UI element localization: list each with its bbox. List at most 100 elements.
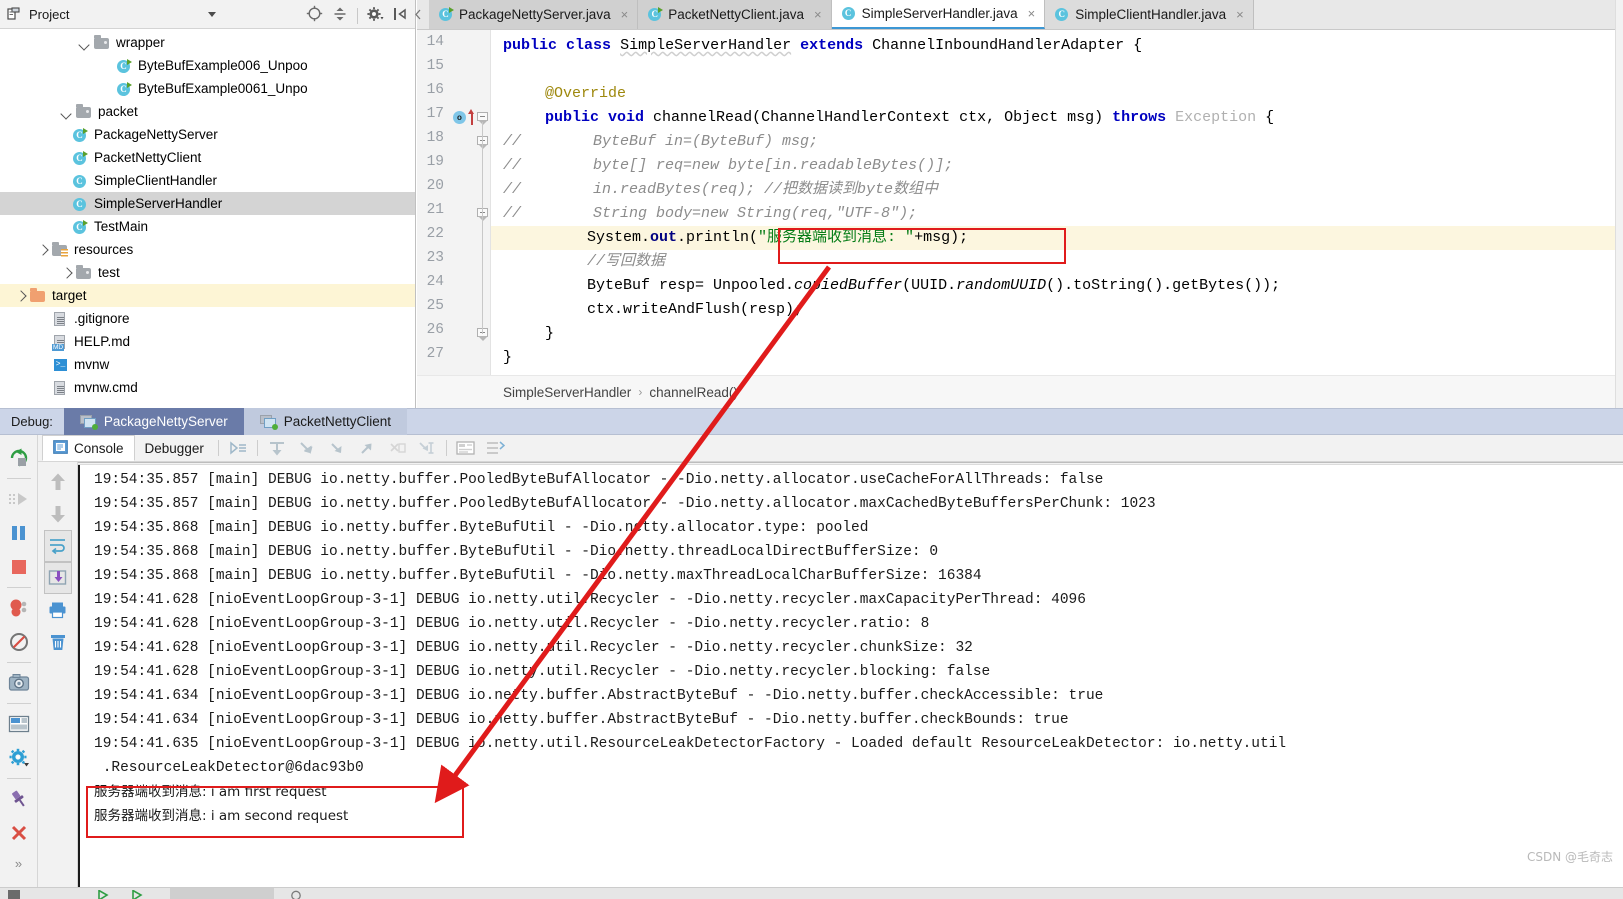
code-line[interactable]: @Override — [545, 82, 626, 106]
run-to-cursor-icon[interactable] — [412, 435, 442, 461]
settings-layout-icon[interactable] — [4, 707, 34, 741]
rerun-icon[interactable] — [4, 441, 34, 475]
console-toolbar[interactable]: Console Debugger — [38, 435, 1623, 462]
step-over-icon[interactable] — [262, 435, 292, 461]
console-side-toolbar[interactable] — [38, 462, 78, 887]
tree-item-help-md[interactable]: MD HELP.md — [0, 330, 415, 353]
code-fold-icon[interactable] — [477, 208, 489, 221]
code-line[interactable]: // ByteBuf in=(ByteBuf) msg; — [503, 130, 818, 154]
chevron-down-icon[interactable] — [78, 36, 92, 50]
clear-all-icon[interactable] — [44, 626, 72, 658]
breakpoint-marker[interactable]: o — [453, 111, 466, 124]
step-into-icon[interactable] — [292, 435, 322, 461]
resume-program-icon[interactable] — [4, 482, 34, 516]
locate-icon[interactable] — [306, 5, 323, 27]
code-fold-icon[interactable] — [477, 112, 489, 125]
code-line[interactable]: public class SimpleServerHandler extends… — [503, 34, 1142, 58]
settings-gear-icon[interactable] — [4, 741, 34, 775]
chevron-down-icon[interactable] — [60, 105, 74, 119]
code-line[interactable]: } — [545, 322, 554, 346]
chevron-right-icon[interactable] — [14, 289, 28, 303]
tree-item-resources[interactable]: resources — [0, 238, 415, 261]
scroll-down-icon[interactable] — [44, 498, 72, 530]
code-line[interactable]: // byte[] req=new byte[in.readableBytes(… — [503, 154, 953, 178]
project-tree[interactable]: wrapper C ByteBufExample006_Unpoo C ByteBufE… — [0, 29, 415, 408]
editor-tab-packetnettyclient[interactable]: C PacketNettyClient.java × — [638, 0, 832, 29]
tree-item-gitignore[interactable]: .gitignore — [0, 307, 415, 330]
debug-session-tab-client[interactable]: PacketNettyClient — [243, 408, 408, 435]
layout-icon[interactable] — [481, 435, 511, 461]
tree-item-packagenettyserver[interactable]: C PackageNettyServer — [0, 123, 415, 146]
code-fold-icon[interactable] — [477, 328, 489, 341]
tree-item-test[interactable]: test — [0, 261, 415, 284]
tab-close-icon[interactable]: × — [621, 8, 629, 21]
code-line[interactable]: ctx.writeAndFlush(resp); — [587, 298, 803, 322]
tree-item-bytebufexample0061-unpo[interactable]: C ByteBufExample0061_Unpo — [0, 77, 415, 100]
tree-item-testmain[interactable]: C TestMain — [0, 215, 415, 238]
code-line[interactable]: //写回数据 — [587, 250, 665, 274]
status-debug-icon[interactable] — [130, 888, 144, 899]
code-editor[interactable]: 14 15 16 17 o 18 19 20 21 22 23 24 25 26 27 public cla… — [417, 30, 1623, 375]
debug-session-tabs[interactable]: Debug: PackageNettyServer PacketNettyCli… — [0, 408, 1623, 435]
stop-icon[interactable] — [4, 550, 34, 584]
close-icon[interactable] — [4, 816, 34, 850]
pin-tab-icon[interactable] — [4, 782, 34, 816]
view-breakpoints-icon[interactable] — [4, 591, 34, 625]
tree-item-mvnw-cmd[interactable]: mvnw.cmd — [0, 376, 415, 399]
tab-scroll-left-icon[interactable] — [413, 8, 423, 21]
breadcrumb[interactable]: SimpleServerHandler › channelRead() — [417, 375, 1623, 408]
breadcrumb-class[interactable]: SimpleServerHandler — [503, 385, 631, 400]
code-line[interactable]: } — [503, 346, 512, 370]
scroll-to-end-icon[interactable] — [43, 562, 72, 594]
step-out-icon[interactable] — [352, 435, 382, 461]
code-line[interactable]: System.out.println("服务器端收到消息: "+msg); — [587, 226, 968, 250]
expand-more-icon[interactable]: » — [4, 850, 34, 876]
hide-panel-icon[interactable] — [393, 6, 407, 27]
tab-close-icon[interactable]: × — [1236, 8, 1244, 21]
drop-frame-icon[interactable] — [382, 435, 412, 461]
mute-breakpoints-icon[interactable] — [4, 625, 34, 659]
status-info-icon[interactable] — [290, 888, 304, 899]
force-step-into-icon[interactable] — [322, 435, 352, 461]
tree-item-target[interactable]: target — [0, 284, 415, 307]
breadcrumb-method[interactable]: channelRead() — [649, 385, 738, 400]
pause-program-icon[interactable] — [4, 516, 34, 550]
tree-item-bytebufexample006-unpoo[interactable]: C ByteBufExample006_Unpoo — [0, 54, 415, 77]
tab-close-icon[interactable]: × — [814, 8, 822, 21]
editor-tab-simpleserverhandler[interactable]: C SimpleServerHandler.java × — [831, 0, 1046, 29]
tree-item-simpleclienthandler[interactable]: C SimpleClientHandler — [0, 169, 415, 192]
tab-debugger[interactable]: Debugger — [135, 435, 214, 461]
chevron-right-icon[interactable] — [36, 243, 50, 257]
tab-console[interactable]: Console — [42, 435, 135, 461]
code-line[interactable]: // in.readBytes(req); //把数据读到byte数组中 — [503, 178, 938, 202]
print-icon[interactable] — [44, 594, 72, 626]
editor-tab-packagenettyserver[interactable]: C PackageNettyServer.java × — [429, 0, 639, 29]
status-run-icon[interactable] — [96, 888, 110, 899]
editor-gutter[interactable]: 14 15 16 17 o 18 19 20 21 22 23 24 25 26 27 — [417, 30, 491, 375]
code-fold-icon[interactable] — [477, 136, 489, 149]
chevron-down-icon[interactable] — [208, 12, 216, 17]
tree-item-packetnettyclient[interactable]: C PacketNettyClient — [0, 146, 415, 169]
code-line[interactable]: // String body=new String(req,"UTF-8"); — [503, 202, 917, 226]
scroll-up-icon[interactable] — [44, 466, 72, 498]
tree-item-mvnw[interactable]: >_ mvnw — [0, 353, 415, 376]
collapse-all-icon[interactable] — [332, 6, 348, 27]
debug-session-tab-server[interactable]: PackageNettyServer — [63, 408, 244, 435]
debug-action-rail[interactable]: » — [0, 435, 38, 887]
code-content[interactable]: public class SimpleServerHandler extends… — [491, 30, 1623, 375]
soft-wrap-icon[interactable] — [43, 530, 72, 562]
editor-tab-simpleclienthandler[interactable]: C SimpleClientHandler.java × — [1045, 0, 1254, 29]
console-output[interactable]: 19:54:35.857 [main] DEBUG io.netty.buffe… — [78, 462, 1623, 887]
tree-item-simpleserverhandler[interactable]: C SimpleServerHandler — [0, 192, 415, 215]
code-line[interactable]: ByteBuf resp= Unpooled.copiedBuffer(UUID… — [587, 274, 1280, 298]
status-menu-icon[interactable] — [8, 890, 20, 899]
evaluate-expression-icon[interactable] — [451, 435, 481, 461]
chevron-right-icon[interactable] — [60, 266, 74, 280]
tab-close-icon[interactable]: × — [1028, 7, 1036, 20]
get-thread-dump-icon[interactable] — [4, 666, 34, 700]
code-line[interactable]: public void channelRead(ChannelHandlerCo… — [545, 106, 1274, 130]
show-execution-point-icon[interactable] — [223, 435, 253, 461]
settings-gear-icon[interactable] — [367, 6, 384, 27]
tree-item-packet[interactable]: packet — [0, 100, 415, 123]
tree-item-wrapper[interactable]: wrapper — [0, 31, 415, 54]
